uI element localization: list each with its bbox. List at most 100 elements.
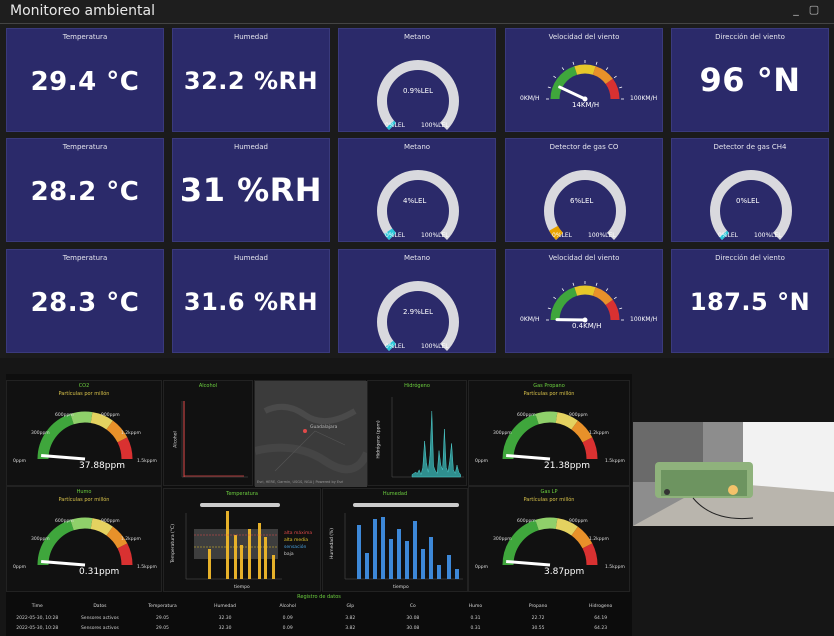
temperatura-chart-panel[interactable]: Temperatura Temperatura (°C) tiempo alta… — [163, 488, 321, 592]
table-header-cell[interactable]: Hidrogeno — [569, 602, 632, 612]
co2-gauge-panel[interactable]: CO2 Partículas por millón 0ppm 300ppm 600p… — [6, 380, 162, 486]
gauge-min-label: 0%LEL — [718, 232, 738, 239]
gauge-zone — [90, 412, 113, 430]
gauge-tick-label: 1.2kppm — [589, 431, 609, 436]
panel-r1c3[interactable]: Metano 0.9%LEL 0%LEL 100%LEL — [338, 28, 496, 132]
table-header-cell[interactable]: Humo — [444, 602, 507, 612]
wind-zone — [605, 78, 620, 100]
window-titlebar: Monitoreo ambiental _ ▢ — [0, 0, 834, 24]
panel-r1c5[interactable]: Dirección del viento 96 °N — [671, 28, 829, 132]
temp-legend-3: sensación — [284, 545, 307, 550]
panel-r2c3[interactable]: Metano 4%LEL 0%LEL 100%LEL — [338, 138, 496, 242]
gauge-track — [377, 281, 459, 351]
gauge-tick-label: 1.5kppm — [137, 459, 157, 464]
hum-bar — [413, 521, 417, 579]
panel-r3c2[interactable]: Humedad 31.6 %RH — [172, 249, 330, 353]
panel-r1c1[interactable]: Temperatura 29.4 °C — [6, 28, 164, 132]
temperatura-xlabel: tiempo — [234, 585, 250, 590]
hum-bar — [429, 537, 433, 579]
window-title: Monitoreo ambiental — [10, 3, 155, 19]
wind-tick — [613, 296, 617, 300]
panel-title: Dirección del viento — [715, 254, 785, 262]
gauge-track — [544, 170, 626, 240]
humedad-chart-panel[interactable]: Humedad Humedad (%) tiempo — [322, 488, 468, 592]
minimize-icon[interactable]: _ — [790, 4, 802, 16]
table-cell: 32.30 — [218, 626, 232, 631]
table-header-cell[interactable]: Time — [6, 602, 69, 612]
wind-tick — [605, 67, 609, 71]
map-terrain — [255, 381, 367, 487]
table-row[interactable]: 2022-05-30, 10:28 Sensores activos 29.05 32… — [6, 624, 632, 634]
panel-r2c5[interactable]: Detector de gas CH4 0%LEL 0%LEL 100%LEL — [671, 138, 829, 242]
gauge-min-label: 0%LEL — [385, 232, 405, 239]
table-header-cell[interactable]: Humedad — [194, 602, 257, 612]
wind-tick — [547, 86, 551, 89]
table-cell: 32.30 — [218, 616, 232, 621]
table-header-cell[interactable]: Propano — [507, 602, 570, 612]
temp-bar — [240, 545, 243, 579]
wind-tick — [613, 75, 617, 79]
hidrogeno-panel[interactable]: Hidrógeno Hidrógeno (ppm) — [367, 380, 467, 486]
table-header-cell[interactable]: Glp — [319, 602, 382, 612]
panel-title: Humedad — [233, 254, 268, 262]
propano-gauge-panel[interactable]: Gas Propano Partículas por millón 0ppm 30… — [468, 380, 630, 486]
table-header-cell[interactable]: Temperatura — [131, 602, 194, 612]
gauge-zone — [117, 437, 133, 460]
wind-tick — [561, 67, 565, 71]
table-cell: 3.82 — [345, 616, 356, 621]
table-cell: 0.09 — [282, 626, 293, 631]
panel-r3c1[interactable]: Temperatura 28.3 °C — [6, 249, 164, 353]
gauge-tick-label: 1.5kppm — [605, 459, 625, 464]
panel-title: Dirección del viento — [715, 33, 785, 41]
table-cell: 3.82 — [345, 626, 356, 631]
panel-r2c1[interactable]: Temperatura 28.2 °C — [6, 138, 164, 242]
gauge-zone — [502, 413, 539, 460]
table-row[interactable]: 2022-05-30, 10:28 Sensores activos 29.05 32… — [6, 614, 632, 624]
data-log-table[interactable]: Registro de datos Time Datos Temperatura Hu… — [6, 592, 632, 636]
gauge-value: 37.88ppm — [79, 461, 125, 471]
gauge-max-label: 100%LEL — [588, 232, 616, 239]
gauge-value: 21.38ppm — [544, 461, 590, 471]
panel-r1c2[interactable]: Humedad 32.2 %RH — [172, 28, 330, 132]
humo-gauge-panel[interactable]: Humo Partículas por millón 0ppm 300ppm 600… — [6, 486, 162, 592]
gauge-tick-label: 600ppm — [55, 413, 74, 418]
maximize-icon[interactable]: ▢ — [808, 4, 820, 16]
wind-value-label: 0.4KM/H — [572, 322, 602, 330]
gauge-zone — [535, 517, 558, 531]
panel-r2c2[interactable]: Humedad 31 %RH — [172, 138, 330, 242]
stat-value: 32.2 %RH — [183, 67, 319, 95]
table-cell: 2022-05-30, 10:28 — [16, 616, 59, 621]
gauge-track — [377, 170, 459, 240]
temperatura-ylabel: Temperatura (°C) — [170, 524, 176, 563]
wind-tick — [595, 282, 598, 286]
panel-r3c3[interactable]: Metano 2.9%LEL 0%LEL 100%LEL — [338, 249, 496, 353]
map-marker-icon — [303, 429, 307, 433]
panel-r3c4[interactable]: Velocidad del viento 0.4KM/H 0KM/H 100KM/H — [505, 249, 663, 353]
table-header-cell[interactable]: Datos — [69, 602, 132, 612]
hum-range-slider — [353, 503, 459, 507]
gauge-value-label: 0.9%LEL — [403, 87, 434, 95]
table-header-cell[interactable]: Alcohol — [256, 602, 319, 612]
gauge-max-label: 100%LEL — [421, 343, 449, 350]
alcohol-panel[interactable]: Alcohol Alcohol — [163, 380, 253, 486]
gauge-min-label: 0%LEL — [385, 122, 405, 129]
panel-r2c4[interactable]: Detector de gas CO 6%LEL 0%LEL 100%LEL — [505, 138, 663, 242]
panel-r3c5[interactable]: Dirección del viento 187.5 °N — [671, 249, 829, 353]
wind-gauge — [546, 60, 624, 102]
wind-tick — [595, 61, 598, 65]
gauge-arc — [377, 60, 459, 130]
table-cell: 64.23 — [594, 626, 608, 631]
gauge-tick-label: 900ppm — [569, 519, 588, 524]
humedad-chart — [344, 503, 463, 580]
table-header-cell[interactable]: Co — [382, 602, 445, 612]
gauge-zone — [70, 517, 93, 531]
gauge-tick-label: 300ppm — [493, 431, 512, 436]
map-panel[interactable]: Guadalajara Esri, HERE, Garmin, USGS, NG… — [254, 380, 367, 487]
temp-bar — [208, 549, 211, 579]
panel-r1c4[interactable]: Velocidad del viento 14KM/H 0KM/H 100KM/H — [505, 28, 663, 132]
gauge-tick-label: 300ppm — [493, 537, 512, 542]
dashboard-grid: Temperatura 29.4 °C Humedad 32.2 %RH Metano 0… — [6, 28, 834, 358]
hum-bar — [455, 569, 459, 579]
stat-value: 187.5 °N — [689, 288, 811, 316]
glp-gauge-panel[interactable]: Gas LP Partículas por millón 0ppm 300ppm 6… — [468, 486, 630, 592]
